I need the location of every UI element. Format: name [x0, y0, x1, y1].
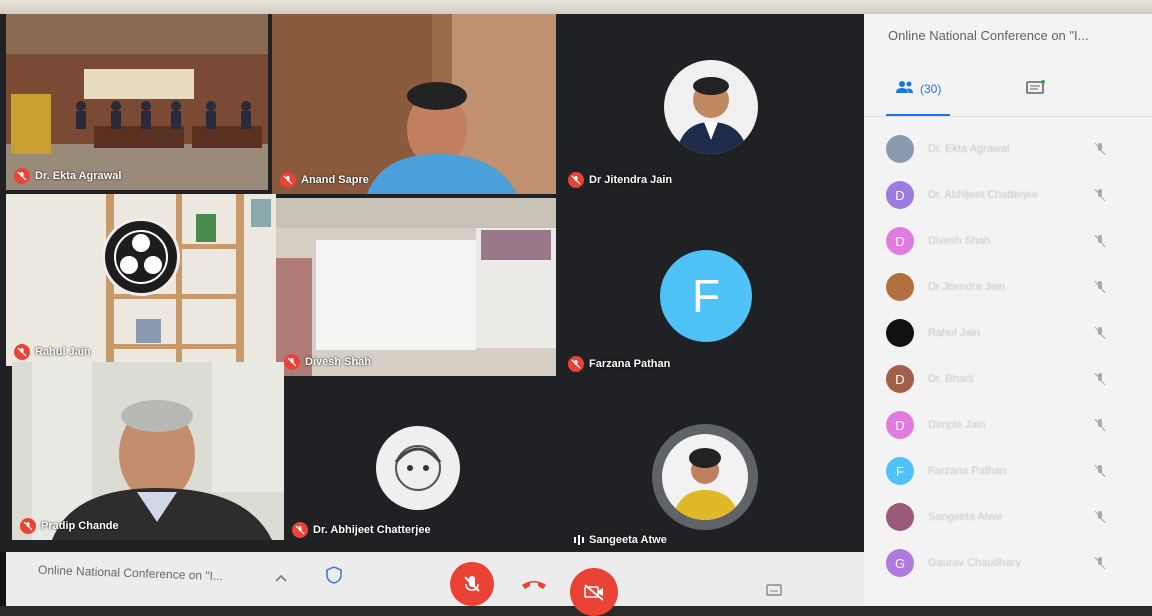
video-tile-1[interactable]: Dr. Ekta Agrawal — [6, 14, 268, 190]
participant-row[interactable]: Rahul Jain — [876, 310, 1146, 356]
participant-row[interactable]: D Divesh Shah — [876, 218, 1146, 264]
farzana-letter-avatar: F — [660, 250, 752, 342]
mic-off-icon — [568, 356, 584, 372]
panel-meeting-title: Online National Conference on "I... — [888, 28, 1089, 43]
participant-avatar: F — [886, 457, 914, 485]
video-tile-3[interactable]: Dr Jitendra Jain — [560, 14, 864, 194]
whiteboard-image — [276, 198, 556, 376]
tile-name-2: Anand Sapre — [280, 172, 369, 188]
mic-off-icon — [1094, 464, 1106, 478]
chat-icon — [1026, 80, 1046, 99]
microphone-toggle-button[interactable] — [450, 562, 494, 606]
participant-list: Dr. Ekta Agrawal D Dr. Abhijeet Chatterje… — [876, 126, 1146, 586]
mic-off-icon — [1094, 326, 1106, 340]
video-tile-8[interactable]: Dr. Abhijeet Chatterjee — [284, 376, 566, 544]
tab-people[interactable]: (30) — [896, 80, 941, 97]
mic-off-icon — [1094, 418, 1106, 432]
captions-icon[interactable] — [766, 582, 782, 598]
tile-name-7: Pradip Chande — [20, 518, 119, 534]
video-tile-4[interactable]: Rahul Jain — [6, 194, 276, 366]
video-grid: Dr. Ekta Agrawal Anand Sapre Dr Jitendra… — [6, 14, 864, 552]
participant-avatar — [886, 273, 914, 301]
video-tile-2[interactable]: Anand Sapre — [272, 14, 556, 194]
panel-tabs: (30) — [864, 72, 1152, 117]
participant-avatar — [886, 319, 914, 347]
tile-name-1: Dr. Ekta Agrawal — [14, 168, 121, 184]
participant-row[interactable]: F Farzana Pathan — [876, 448, 1146, 494]
jitendra-avatar — [664, 60, 758, 154]
mic-off-icon — [292, 522, 308, 538]
participant-avatar: D — [886, 365, 914, 393]
mic-off-icon — [20, 518, 36, 534]
camera-off-icon — [584, 584, 604, 601]
participant-row[interactable]: D Dr. Abhijeet Chatterjee — [876, 172, 1146, 218]
tile-name-3: Dr Jitendra Jain — [568, 172, 672, 188]
participant-avatar — [886, 135, 914, 163]
tile-name-4: Rahul Jain — [14, 344, 91, 360]
sangeeta-avatar — [652, 424, 758, 530]
speaking-indicator-icon — [574, 535, 584, 545]
participant-avatar — [886, 503, 914, 531]
mic-off-icon — [284, 354, 300, 370]
active-tab-indicator — [886, 114, 950, 116]
video-tile-6[interactable]: F Farzana Pathan — [560, 198, 864, 378]
participant-avatar: G — [886, 549, 914, 577]
anand-video-image — [272, 14, 556, 194]
participant-avatar: D — [886, 181, 914, 209]
video-tile-5[interactable]: Divesh Shah — [276, 198, 556, 376]
participant-row[interactable]: Dr. Ekta Agrawal — [876, 126, 1146, 172]
monitor-bezel — [0, 552, 6, 606]
mic-off-icon — [1094, 188, 1106, 202]
leave-call-button[interactable] — [516, 568, 552, 600]
control-bar: Online National Conference on "I... — [0, 552, 864, 616]
shield-icon[interactable] — [326, 566, 342, 584]
video-tile-7[interactable]: Pradip Chande — [12, 362, 284, 540]
mic-off-icon — [14, 168, 30, 184]
participant-row[interactable]: D Dr. Bharti — [876, 356, 1146, 402]
phone-hangup-icon — [522, 581, 546, 589]
chevron-up-icon[interactable] — [274, 570, 288, 582]
participant-avatar: D — [886, 411, 914, 439]
mic-off-icon — [464, 576, 480, 592]
mic-off-icon — [1094, 372, 1106, 386]
side-panel: Online National Conference on "I... (30)… — [864, 14, 1152, 606]
participant-row[interactable]: D Dimple Jain — [876, 402, 1146, 448]
tile-name-5: Divesh Shah — [284, 354, 371, 370]
mic-off-icon — [1094, 510, 1106, 524]
mic-off-icon — [568, 172, 584, 188]
tile-name-6: Farzana Pathan — [568, 356, 670, 372]
participant-avatar: D — [886, 227, 914, 255]
participant-row[interactable]: G Gaurav Chaudhary — [876, 540, 1146, 586]
tile-name-8: Dr. Abhijeet Chatterjee — [292, 522, 431, 538]
meet-window: Dr. Ekta Agrawal Anand Sapre Dr Jitendra… — [0, 0, 1152, 616]
people-icon — [896, 80, 914, 97]
mic-off-icon — [14, 344, 30, 360]
top-glare — [0, 0, 1152, 14]
video-tile-9[interactable]: Sangeeta Atwe — [566, 382, 864, 552]
mic-off-icon — [280, 172, 296, 188]
mic-off-icon — [1094, 234, 1106, 248]
participant-row[interactable]: Sangeeta Atwe — [876, 494, 1146, 540]
tile-name-9: Sangeeta Atwe — [574, 534, 667, 546]
conference-hall-image — [6, 14, 268, 190]
participant-row[interactable]: Dr Jitendra Jain — [876, 264, 1146, 310]
abhijeet-avatar — [376, 426, 460, 510]
tab-chat[interactable] — [1026, 80, 1046, 99]
mic-off-icon — [1094, 556, 1106, 570]
camera-toggle-button[interactable] — [570, 568, 618, 616]
obs-logo — [102, 218, 180, 296]
meeting-details-title[interactable]: Online National Conference on "I... — [38, 563, 223, 583]
mic-off-icon — [1094, 280, 1106, 294]
mic-off-icon — [1094, 142, 1106, 156]
pradip-video-image — [12, 362, 284, 540]
